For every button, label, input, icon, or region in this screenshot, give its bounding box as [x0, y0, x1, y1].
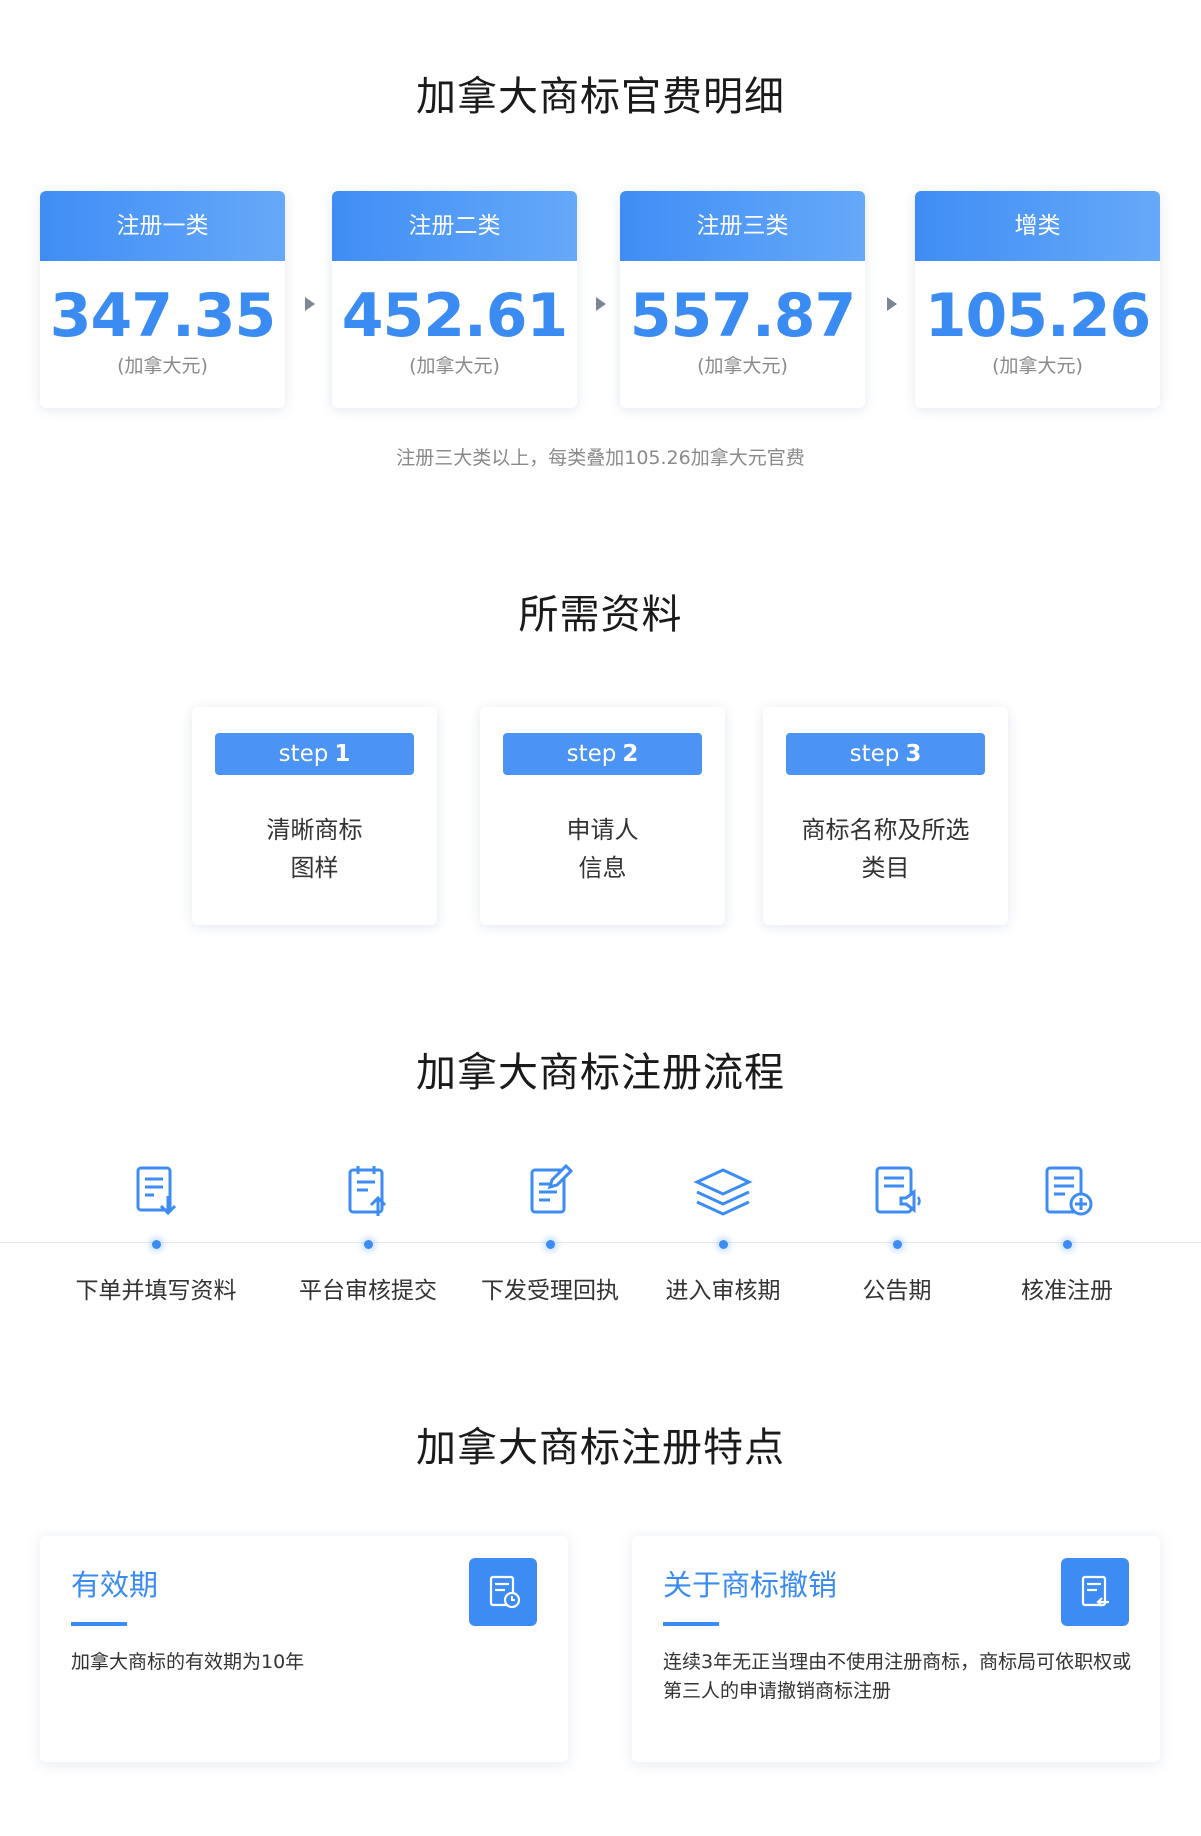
feature-card-underline — [663, 1622, 719, 1626]
fee-card-class2: 注册二类 452.61 (加拿大元) — [332, 191, 577, 408]
process-step-label: 进入审核期 — [665, 1278, 781, 1304]
feature-card-revocation: 关于商标撤销 连续3年无正当理由不使用注册商标，商标局可依职权或第三人的申请撤销… — [632, 1536, 1160, 1762]
timeline-dot — [1062, 1240, 1072, 1249]
step-description: 申请人 信息 — [566, 816, 639, 882]
document-add-icon — [1045, 1166, 1093, 1216]
timeline-dot — [892, 1240, 902, 1249]
document-undo-icon — [1061, 1558, 1129, 1626]
fee-card-unit: (加拿大元) — [117, 355, 208, 377]
process-step-label: 核准注册 — [1021, 1278, 1113, 1304]
fee-card-unit: (加拿大元) — [992, 355, 1083, 377]
layers-icon — [693, 1168, 753, 1216]
feature-card-validity: 有效期 加拿大商标的有效期为10年 — [40, 1536, 568, 1762]
step-description: 商标名称及所选 类目 — [801, 816, 970, 882]
fee-card-price: 105.26 — [924, 281, 1152, 351]
material-step-card-3: step 3 商标名称及所选 类目 — [763, 707, 1008, 925]
fee-card-price: 347.35 — [49, 281, 277, 351]
fees-title: 加拿大商标官费明细 — [416, 74, 785, 120]
feature-card-text: 加拿大商标的有效期为10年 — [71, 1651, 305, 1673]
document-edit-icon — [530, 1163, 574, 1214]
fee-card-class3: 注册三类 557.87 (加拿大元) — [620, 191, 865, 408]
arrow-right-icon — [887, 297, 897, 311]
step-badge: step 1 — [215, 733, 414, 775]
timeline-dot — [545, 1240, 555, 1249]
timeline-dot — [151, 1240, 161, 1249]
arrow-right-icon — [305, 297, 315, 311]
fee-card-price: 557.87 — [629, 281, 857, 351]
process-step-5: 公告期 — [812, 1160, 982, 1305]
fee-card-class1: 注册一类 347.35 (加拿大元) — [40, 191, 285, 408]
fee-card-extra-class: 增类 105.26 (加拿大元) — [915, 191, 1160, 408]
step-badge: step 3 — [786, 733, 985, 775]
arrow-right-icon — [596, 297, 606, 311]
process-step-4: 进入审核期 — [638, 1160, 808, 1305]
step-badge: step 2 — [503, 733, 702, 775]
process-step-label: 下单并填写资料 — [75, 1278, 237, 1304]
feature-card-underline — [71, 1622, 127, 1626]
fee-card-unit: (加拿大元) — [697, 355, 788, 377]
timeline-dot — [718, 1240, 728, 1249]
fee-card-label: 注册二类 — [332, 191, 577, 261]
fee-card-label: 注册一类 — [40, 191, 285, 261]
document-download-icon — [136, 1166, 177, 1216]
fee-card-label: 增类 — [915, 191, 1160, 261]
fee-card-label: 注册三类 — [620, 191, 865, 261]
feature-card-title: 关于商标撤销 — [663, 1568, 838, 1602]
process-step-label: 公告期 — [862, 1278, 932, 1304]
feature-card-title: 有效期 — [71, 1568, 159, 1602]
material-step-card-1: step 1 清晰商标 图样 — [192, 707, 437, 925]
process-step-2: 平台审核提交 — [283, 1160, 453, 1305]
fee-card-price: 452.61 — [341, 281, 569, 351]
feature-card-text: 连续3年无正当理由不使用注册商标，商标局可依职权或第三人的申请撤销商标注册 — [663, 1651, 1132, 1702]
document-announce-icon — [875, 1166, 921, 1214]
document-upload-icon — [348, 1166, 387, 1216]
process-step-1: 下单并填写资料 — [71, 1160, 241, 1305]
process-title: 加拿大商标注册流程 — [416, 1050, 785, 1096]
fee-card-unit: (加拿大元) — [409, 355, 500, 377]
process-step-label: 平台审核提交 — [299, 1278, 437, 1304]
process-step-label: 下发受理回执 — [481, 1278, 619, 1304]
features-title: 加拿大商标注册特点 — [416, 1425, 785, 1471]
step-description: 清晰商标 图样 — [266, 816, 363, 882]
process-step-6: 核准注册 — [982, 1160, 1152, 1305]
timeline-dot — [363, 1240, 373, 1249]
fee-note: 注册三大类以上，每类叠加105.26加拿大元官费 — [396, 447, 805, 469]
materials-title: 所需资料 — [518, 592, 683, 638]
process-step-3: 下发受理回执 — [465, 1160, 635, 1305]
document-clock-icon — [469, 1558, 537, 1626]
material-step-card-2: step 2 申请人 信息 — [480, 707, 725, 925]
